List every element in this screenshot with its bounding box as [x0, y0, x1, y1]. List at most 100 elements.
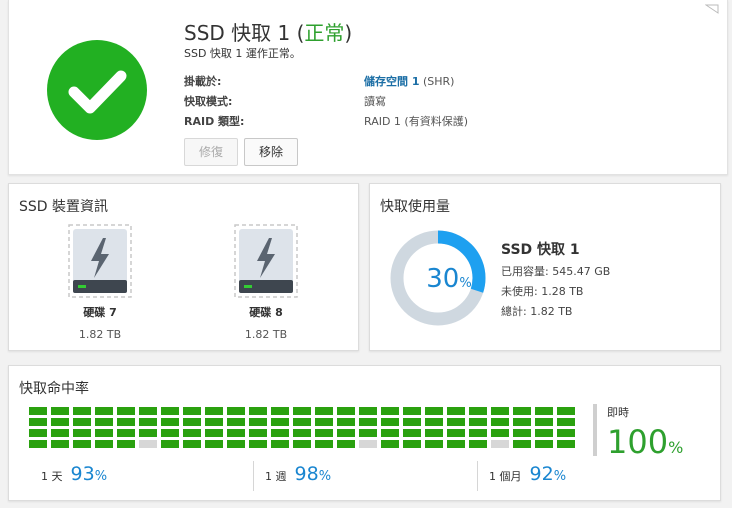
cache-summary-panel: SSD 快取 1 (正常) SSD 快取 1 運作正常。 掛載於: 儲存空間 1… — [8, 0, 728, 175]
hit-block — [205, 418, 223, 426]
hit-block — [117, 429, 135, 437]
hit-block — [403, 429, 421, 437]
cache-mode-label: 快取模式: — [184, 95, 233, 108]
hit-block — [447, 429, 465, 437]
hit-block — [51, 429, 69, 437]
hit-block — [403, 407, 421, 415]
hit-block — [73, 407, 91, 415]
hit-block — [95, 407, 113, 415]
period-divider — [477, 461, 478, 491]
hit-rate-1-day: 1 天 93% — [41, 463, 108, 485]
hit-block — [557, 440, 575, 448]
hit-block — [403, 418, 421, 426]
hit-block — [381, 440, 399, 448]
hit-block — [271, 429, 289, 437]
hit-block — [271, 418, 289, 426]
drive-8[interactable]: 硬碟 8 1.82 TB — [231, 224, 301, 341]
hit-block — [491, 407, 509, 415]
usage-percent: 30% — [426, 264, 472, 294]
hit-block — [73, 429, 91, 437]
hit-block — [73, 418, 91, 426]
drive-name: 硬碟 7 — [83, 306, 117, 319]
hit-block — [293, 440, 311, 448]
hit-block — [29, 407, 47, 415]
repair-button[interactable]: 修復 — [184, 138, 238, 166]
miss-block — [139, 440, 157, 448]
cache-name: SSD 快取 1 — [501, 242, 580, 258]
cache-usage-title: 快取使用量 — [380, 199, 450, 215]
ssd-device-info-panel: SSD 裝置資訊 硬碟 7 1.82 TB 硬碟 8 1.82 TB — [8, 183, 359, 351]
hit-block — [535, 440, 553, 448]
cache-info-list: 掛載於: 儲存空間 1 (SHR) 快取模式: 讀寫 RAID 類型: RAID… — [184, 72, 468, 132]
used-capacity: 已用容量: 545.47 GB — [501, 265, 611, 278]
hit-block — [73, 440, 91, 448]
hit-block — [513, 440, 531, 448]
hit-block — [293, 407, 311, 415]
hit-block — [183, 407, 201, 415]
hit-block — [51, 418, 69, 426]
ssd-drive-icon — [234, 224, 298, 298]
hit-block — [183, 418, 201, 426]
hit-block — [161, 418, 179, 426]
remove-button[interactable]: 移除 — [244, 138, 298, 166]
hit-block — [161, 440, 179, 448]
hit-block — [359, 407, 377, 415]
raid-type-value: RAID 1 (有資料保護) — [364, 115, 469, 128]
hit-block — [557, 407, 575, 415]
hit-block — [271, 440, 289, 448]
hit-block — [293, 418, 311, 426]
hit-block — [337, 418, 355, 426]
drive-size: 1.82 TB — [244, 328, 288, 341]
status-description: SSD 快取 1 運作正常。 — [184, 47, 301, 60]
hit-block — [513, 429, 531, 437]
realtime-divider — [593, 404, 597, 456]
hit-block — [557, 418, 575, 426]
hit-block — [249, 407, 267, 415]
drive-7[interactable]: 硬碟 7 1.82 TB — [65, 224, 135, 341]
hit-block — [205, 440, 223, 448]
hit-block — [139, 407, 157, 415]
hit-block — [161, 429, 179, 437]
hit-block — [29, 440, 47, 448]
hit-block — [425, 440, 443, 448]
hit-block — [139, 429, 157, 437]
status-text: 正常 — [304, 21, 345, 45]
total-capacity: 總計: 1.82 TB — [501, 305, 573, 318]
hit-block — [337, 407, 355, 415]
hit-block — [315, 429, 333, 437]
hit-rate-grid — [29, 407, 575, 448]
hit-block — [183, 429, 201, 437]
hit-block — [139, 418, 157, 426]
hit-block — [227, 418, 245, 426]
realtime-label: 即時 — [607, 406, 629, 419]
hit-block — [513, 407, 531, 415]
mount-value: 儲存空間 1 (SHR) — [364, 75, 455, 88]
hit-block — [535, 429, 553, 437]
miss-block — [359, 440, 377, 448]
hit-block — [447, 407, 465, 415]
hit-block — [381, 429, 399, 437]
hit-block — [381, 407, 399, 415]
drive-name: 硬碟 8 — [249, 306, 283, 319]
hit-rate-1-month: 1 個月 92% — [489, 463, 567, 485]
hit-block — [425, 407, 443, 415]
hit-block — [227, 440, 245, 448]
hit-block — [491, 429, 509, 437]
unused-capacity: 未使用: 1.28 TB — [501, 285, 584, 298]
corner-fold-icon[interactable] — [705, 4, 719, 14]
hit-block — [249, 418, 267, 426]
hit-block — [95, 440, 113, 448]
hit-rate-1-week: 1 週 98% — [265, 463, 332, 485]
hit-block — [117, 440, 135, 448]
hit-block — [51, 440, 69, 448]
drive-size: 1.82 TB — [78, 328, 122, 341]
hit-block — [29, 418, 47, 426]
cache-hit-rate-panel: 快取命中率 即時 100% 1 天 93% 1 週 98% 1 個月 92% — [8, 365, 721, 501]
cache-usage-panel: 快取使用量 30% SSD 快取 1 已用容量: 545.47 GB 未使用: … — [369, 183, 721, 351]
hit-block — [205, 407, 223, 415]
hit-block — [51, 407, 69, 415]
hit-block — [315, 418, 333, 426]
hit-block — [447, 418, 465, 426]
raid-type-label: RAID 類型: — [184, 115, 245, 128]
hit-block — [249, 429, 267, 437]
